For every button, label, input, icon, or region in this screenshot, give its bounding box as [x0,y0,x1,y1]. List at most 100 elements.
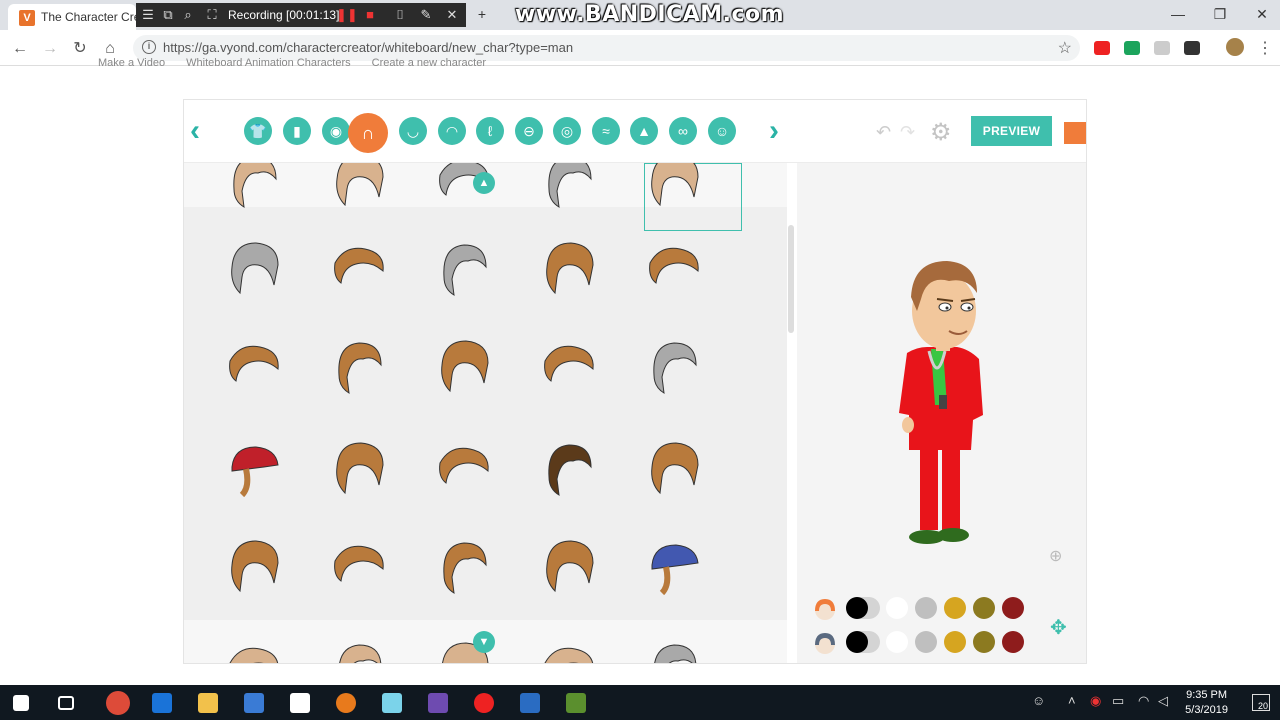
target-icon[interactable]: ⛶ [204,7,220,23]
hair-option[interactable] [539,637,599,663]
restore-icon[interactable]: ❐ [1208,4,1232,24]
forward-icon[interactable]: → [39,38,61,60]
hair-option[interactable] [434,237,494,297]
bandicam-taskbar-icon[interactable] [474,693,494,713]
category-next-arrow-icon[interactable]: › [769,116,779,146]
hair-option[interactable] [539,535,599,595]
hair-option[interactable] [329,237,389,297]
profile-avatar[interactable] [1226,38,1244,56]
minimize-icon[interactable]: — [1166,4,1190,24]
network-icon[interactable]: ▭ [1112,693,1124,709]
close-window-icon[interactable]: ✕ [1250,4,1274,24]
category-hat-icon[interactable]: ▲ [630,117,658,145]
category-nose-icon[interactable]: ⊖ [515,117,543,145]
notification-center-icon[interactable]: 20 [1252,694,1270,711]
pause-icon[interactable]: ❚❚ [336,7,358,23]
hair-option[interactable] [329,163,389,209]
hair-option[interactable] [539,163,599,209]
green-extension-icon[interactable] [1124,41,1140,55]
color-swatch[interactable] [846,631,868,653]
hair-option[interactable] [539,237,599,297]
color-swatch[interactable] [915,631,937,653]
hair-option[interactable] [224,163,284,209]
category-prev-arrow-icon[interactable]: ‹ [190,116,200,146]
color-swatch[interactable] [973,631,995,653]
mail-icon[interactable] [290,693,310,713]
grey-extension-icon[interactable] [1154,41,1170,55]
task-view-icon[interactable] [58,696,74,710]
category-shirt-icon[interactable]: 👕 [244,117,272,145]
hair-option[interactable] [224,535,284,595]
undo-icon[interactable]: ↶ [876,122,891,143]
back-icon[interactable]: ← [9,38,31,60]
color-swatch[interactable] [1002,631,1024,653]
new-tab-icon[interactable]: + [470,4,494,24]
color-swatch[interactable] [915,597,937,619]
tray-record-icon[interactable]: ◉ [1090,693,1101,709]
hair-option[interactable] [644,163,704,209]
reload-icon[interactable]: ↻ [69,38,91,60]
hair-option[interactable] [434,335,494,395]
zoom-icon[interactable]: ⊕ [1049,546,1062,566]
hair-option[interactable] [539,335,599,395]
color-swatch[interactable] [944,631,966,653]
volume-icon[interactable]: ◁ [1158,693,1168,709]
minecraft-icon[interactable] [566,693,586,713]
hair-option[interactable] [329,437,389,497]
category-eyebrows-icon[interactable]: ≈ [592,117,620,145]
category-beard-icon[interactable]: ◡ [399,117,427,145]
hair-option[interactable] [644,335,704,395]
hair-option[interactable] [224,335,284,395]
hair-option[interactable] [329,535,389,595]
hair-option[interactable] [224,237,284,297]
hair-option[interactable] [644,437,704,497]
app-icon-blue[interactable] [520,693,540,713]
category-mouth-icon[interactable]: ◠ [438,117,466,145]
youtube-extension-icon[interactable] [1094,41,1110,55]
hair-option[interactable] [539,437,599,497]
category-glasses-icon[interactable]: ∞ [669,117,697,145]
dark-extension-icon[interactable] [1184,41,1200,55]
category-hair-icon[interactable]: ∩ [348,113,388,153]
bookmark-star-icon[interactable]: ☆ [1058,38,1072,58]
app-icon-orange[interactable] [336,693,356,713]
gear-icon[interactable]: ⚙ [930,118,952,147]
scroll-down-arrow-icon[interactable]: ▼ [473,631,495,653]
scroll-up-arrow-icon[interactable]: ▲ [473,172,495,194]
move-icon[interactable]: ✥ [1050,615,1067,640]
browser-tab[interactable]: V The Character Crea [8,4,136,30]
close-recorder-icon[interactable]: ✕ [444,7,460,23]
stop-icon[interactable]: ■ [362,7,378,23]
hair-option[interactable] [224,437,284,498]
app-icon-notes[interactable] [382,693,402,713]
color-swatch[interactable] [846,597,868,619]
file-explorer-icon[interactable] [198,693,218,713]
hair-option[interactable] [434,535,494,595]
edge-taskbar-icon[interactable] [152,693,172,713]
camera-icon[interactable]: ⌷ [392,7,408,23]
chrome-taskbar-icon[interactable] [106,691,130,715]
breadcrumb-make-video[interactable]: Make a Video [98,57,165,69]
color-swatch[interactable] [886,597,908,619]
hair-option[interactable] [644,237,704,297]
pencil-icon[interactable]: ✎ [418,7,434,23]
hair-option[interactable] [434,437,494,497]
window-mode-icon[interactable]: ⧉ [160,7,176,23]
app-icon-video[interactable] [428,693,448,713]
system-clock[interactable]: 9:35 PM 5/3/2019 [1185,688,1228,718]
hair-option[interactable] [329,335,389,395]
store-icon[interactable] [244,693,264,713]
save-icon[interactable] [1064,122,1086,144]
hair-option[interactable] [644,535,704,596]
capture-area-icon[interactable]: ⌕ [180,7,196,23]
hair-option[interactable] [224,637,284,663]
windows-start-icon[interactable] [13,695,29,711]
category-pants-icon[interactable]: ▮ [283,117,311,145]
hair-option[interactable] [644,637,704,663]
grid-scrollbar[interactable] [788,225,794,333]
color-swatch[interactable] [944,597,966,619]
color-swatch[interactable] [1002,597,1024,619]
menu-icon[interactable]: ☰ [140,7,156,23]
category-ear-icon[interactable]: ℓ [476,117,504,145]
redo-icon[interactable]: ↷ [900,122,915,143]
